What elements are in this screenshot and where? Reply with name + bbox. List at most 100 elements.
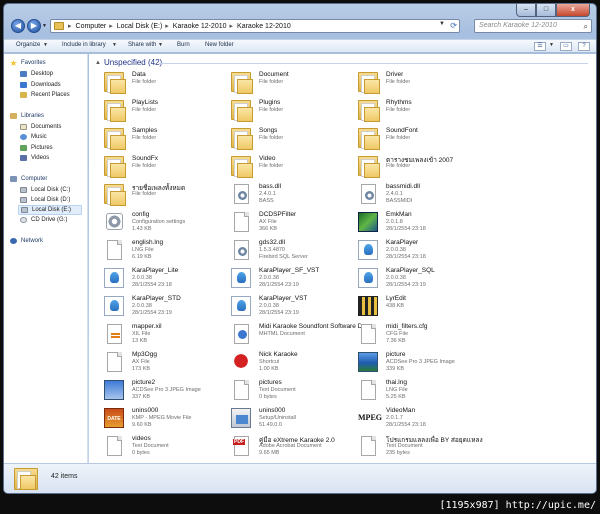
file-item[interactable]: MPEG VideoMan 2.0.1.7 28/1/2554 23:18 — [349, 406, 474, 432]
file-item[interactable]: DCDSPFilter AX File 366 KB — [222, 210, 347, 236]
file-detail: 28/1/2554 23:19 — [259, 282, 299, 288]
search-icon[interactable]: ⌕ — [584, 21, 588, 33]
file-item[interactable]: KaraPlayer_SQL 2.0.0.38 28/1/2554 23:19 — [349, 266, 474, 292]
file-item[interactable]: gds32.dll 1.5.3.4870 Firebird SQL Server — [222, 238, 347, 264]
file-name: KaraPlayer_Lite — [132, 267, 179, 274]
file-item[interactable]: KaraPlayer_SF_VST 2.0.0.38 28/1/2554 23:19 — [222, 266, 347, 292]
file-item[interactable]: config Configuration settings 1.43 KB — [95, 210, 220, 236]
file-item[interactable]: ตารางชมเพลงเข้า 2007 File folder — [349, 154, 474, 180]
file-detail: AX File — [132, 359, 150, 365]
file-item[interactable]: Samples File folder — [95, 126, 220, 152]
nav-network[interactable]: Network — [10, 238, 43, 244]
minimize-button[interactable]: – — [516, 4, 536, 17]
file-detail: File folder — [386, 79, 411, 85]
file-item[interactable]: KaraPlayer_VST 2.0.0.38 28/1/2554 23:19 — [222, 294, 347, 320]
nav-local-disk-c[interactable]: Local Disk (C:) — [20, 187, 70, 193]
file-icon — [234, 380, 249, 400]
nav-computer[interactable]: Computer — [10, 176, 47, 182]
file-item[interactable]: pictures Text Document 0 bytes — [222, 378, 347, 404]
breadcrumb-local-disk-e[interactable]: Local Disk (E:) — [117, 23, 163, 30]
file-name: Rhythms — [386, 99, 412, 106]
nav-desktop[interactable]: Desktop — [20, 71, 53, 77]
nav-local-disk-d[interactable]: Local Disk (D:) — [20, 197, 70, 203]
breadcrumb-separator-icon: ▸ — [165, 23, 169, 30]
nav-music[interactable]: Music — [20, 134, 47, 140]
file-item[interactable]: Plugins File folder — [222, 98, 347, 124]
address-dropdown-icon[interactable]: ▼ — [439, 21, 445, 27]
file-item[interactable]: bass.dll 2.4.0.1 BASS — [222, 182, 347, 208]
file-item[interactable]: KaraPlayer_Lite 2.0.0.38 28/1/2554 23:18 — [95, 266, 220, 292]
maximize-button[interactable]: □ — [536, 4, 556, 17]
file-item[interactable]: โปรแกรมแลลงเพื่อ BY ส่อยุดเเหลง Text Docu… — [349, 434, 483, 460]
file-item[interactable]: Document File folder — [222, 70, 347, 96]
search-input[interactable]: Search Karaoke 12-2010 ⌕ — [474, 19, 592, 33]
file-item[interactable]: thai.lng LNG File 5.25 KB — [349, 378, 474, 404]
help-icon[interactable]: ? — [578, 42, 590, 51]
file-item[interactable]: Mp3Ogg AX File 173 KB — [95, 350, 220, 376]
nav-documents[interactable]: Documents — [20, 124, 61, 130]
file-item[interactable]: midi_filters.cfg CFG File 7.36 KB — [349, 322, 474, 348]
file-item[interactable]: Driver File folder — [349, 70, 474, 96]
group-header[interactable]: ▲ Unspecified (42) — [95, 58, 162, 67]
collapse-chevron-icon[interactable]: ▲ — [95, 60, 101, 66]
recent-pages-dropdown-icon[interactable]: ▼ — [42, 23, 48, 29]
file-item[interactable]: Rhythms File folder — [349, 98, 474, 124]
file-item[interactable]: Data File folder — [95, 70, 220, 96]
file-item[interactable]: mapper.xil XIL File 13 KB — [95, 322, 220, 348]
file-item[interactable]: Video File folder — [222, 154, 347, 180]
nav-recent-places[interactable]: Recent Places — [20, 92, 70, 98]
address-bar[interactable]: ▸ Computer ▸ Local Disk (E:) ▸ Karaoke 1… — [50, 19, 460, 33]
nav-pictures[interactable]: Pictures — [20, 145, 53, 151]
nav-favorites[interactable]: Favorites — [10, 60, 46, 66]
organize-button[interactable]: Organize — [16, 42, 40, 48]
file-name: KaraPlayer — [386, 239, 419, 246]
file-item[interactable]: คู่มือ eXtreme Karaoke 2.0Adobe Acrobat … — [222, 434, 347, 460]
close-button[interactable]: x — [556, 4, 590, 17]
app-kara-icon — [358, 268, 378, 288]
change-view-icon[interactable]: ☰ — [534, 42, 546, 51]
breadcrumb-computer[interactable]: Computer — [76, 23, 107, 30]
file-item[interactable]: EmkMan 2.0.1.8 28/1/2554 23:18 — [349, 210, 474, 236]
file-item[interactable]: SoundFont File folder — [349, 126, 474, 152]
nav-downloads[interactable]: Downloads — [20, 82, 61, 88]
dll-icon — [234, 240, 249, 260]
file-item[interactable]: picture ACDSee Pro 3 JPEG Image 339 KB — [349, 350, 474, 376]
file-item[interactable]: english.lng LNG File 6.19 KB — [95, 238, 220, 264]
refresh-icon[interactable]: ⟳ — [450, 21, 457, 30]
file-detail: File folder — [386, 135, 411, 141]
include-in-library-button[interactable]: Include in library — [62, 42, 106, 48]
new-folder-button[interactable]: New folder — [205, 42, 234, 48]
nav-videos[interactable]: Videos — [20, 155, 49, 161]
app-kara-icon — [104, 296, 124, 316]
file-item[interactable]: Songs File folder — [222, 126, 347, 152]
burn-button[interactable]: Burn — [177, 42, 190, 48]
breadcrumb-karaoke-parent[interactable]: Karaoke 12-2010 — [173, 23, 227, 30]
file-item[interactable]: Nick Karaoke Shortcut 1.00 KB — [222, 350, 347, 376]
file-item[interactable]: DATE unins000 KMP - MPEG Movie File 9.60 KB — [95, 406, 220, 432]
chevron-down-icon: ▼ — [112, 42, 117, 48]
file-list[interactable]: ▲ Unspecified (42) Data File folder Docume… — [89, 54, 596, 463]
file-item[interactable]: LyrEdit 438 KB — [349, 294, 474, 320]
chevron-down-icon[interactable]: ▼ — [549, 42, 554, 48]
file-item[interactable]: Midi Karaoke Soundfont Software Download… — [222, 322, 369, 348]
breadcrumb-karaoke-current[interactable]: Karaoke 12-2010 — [237, 23, 291, 30]
file-detail: 173 KB — [132, 366, 151, 372]
file-item[interactable]: รายชื่อเพลงทั้งหมด File folder — [95, 182, 220, 208]
nav-local-disk-e[interactable]: Local Disk (E:) — [18, 205, 82, 215]
file-detail: BASSMIDI — [386, 198, 413, 204]
preview-pane-icon[interactable]: ▭ — [560, 42, 572, 51]
back-button[interactable]: ◀ — [11, 19, 25, 33]
forward-button[interactable]: ▶ — [27, 19, 41, 33]
file-item[interactable]: SoundFx File folder — [95, 154, 220, 180]
file-detail: 5.25 KB — [386, 394, 406, 400]
nav-libraries[interactable]: Libraries — [10, 113, 44, 119]
file-item[interactable]: videos Text Document 0 bytes — [95, 434, 220, 460]
file-item[interactable]: picture2 ACDSee Pro 3 JPEG Image 337 KB — [95, 378, 220, 404]
nav-cd-drive-g[interactable]: CD Drive (G:) — [20, 217, 67, 223]
file-item[interactable]: PlayLists File folder — [95, 98, 220, 124]
file-item[interactable]: unins000 Setup/Uninstall 51.49.0.0 — [222, 406, 347, 432]
file-item[interactable]: KaraPlayer_STD 2.0.0.38 28/1/2554 23:19 — [95, 294, 220, 320]
share-with-button[interactable]: Share with — [128, 42, 156, 48]
file-item[interactable]: bassmidi.dll 2.4.0.1 BASSMIDI — [349, 182, 474, 208]
file-item[interactable]: KaraPlayer 2.0.0.38 28/1/2554 23:18 — [349, 238, 474, 264]
